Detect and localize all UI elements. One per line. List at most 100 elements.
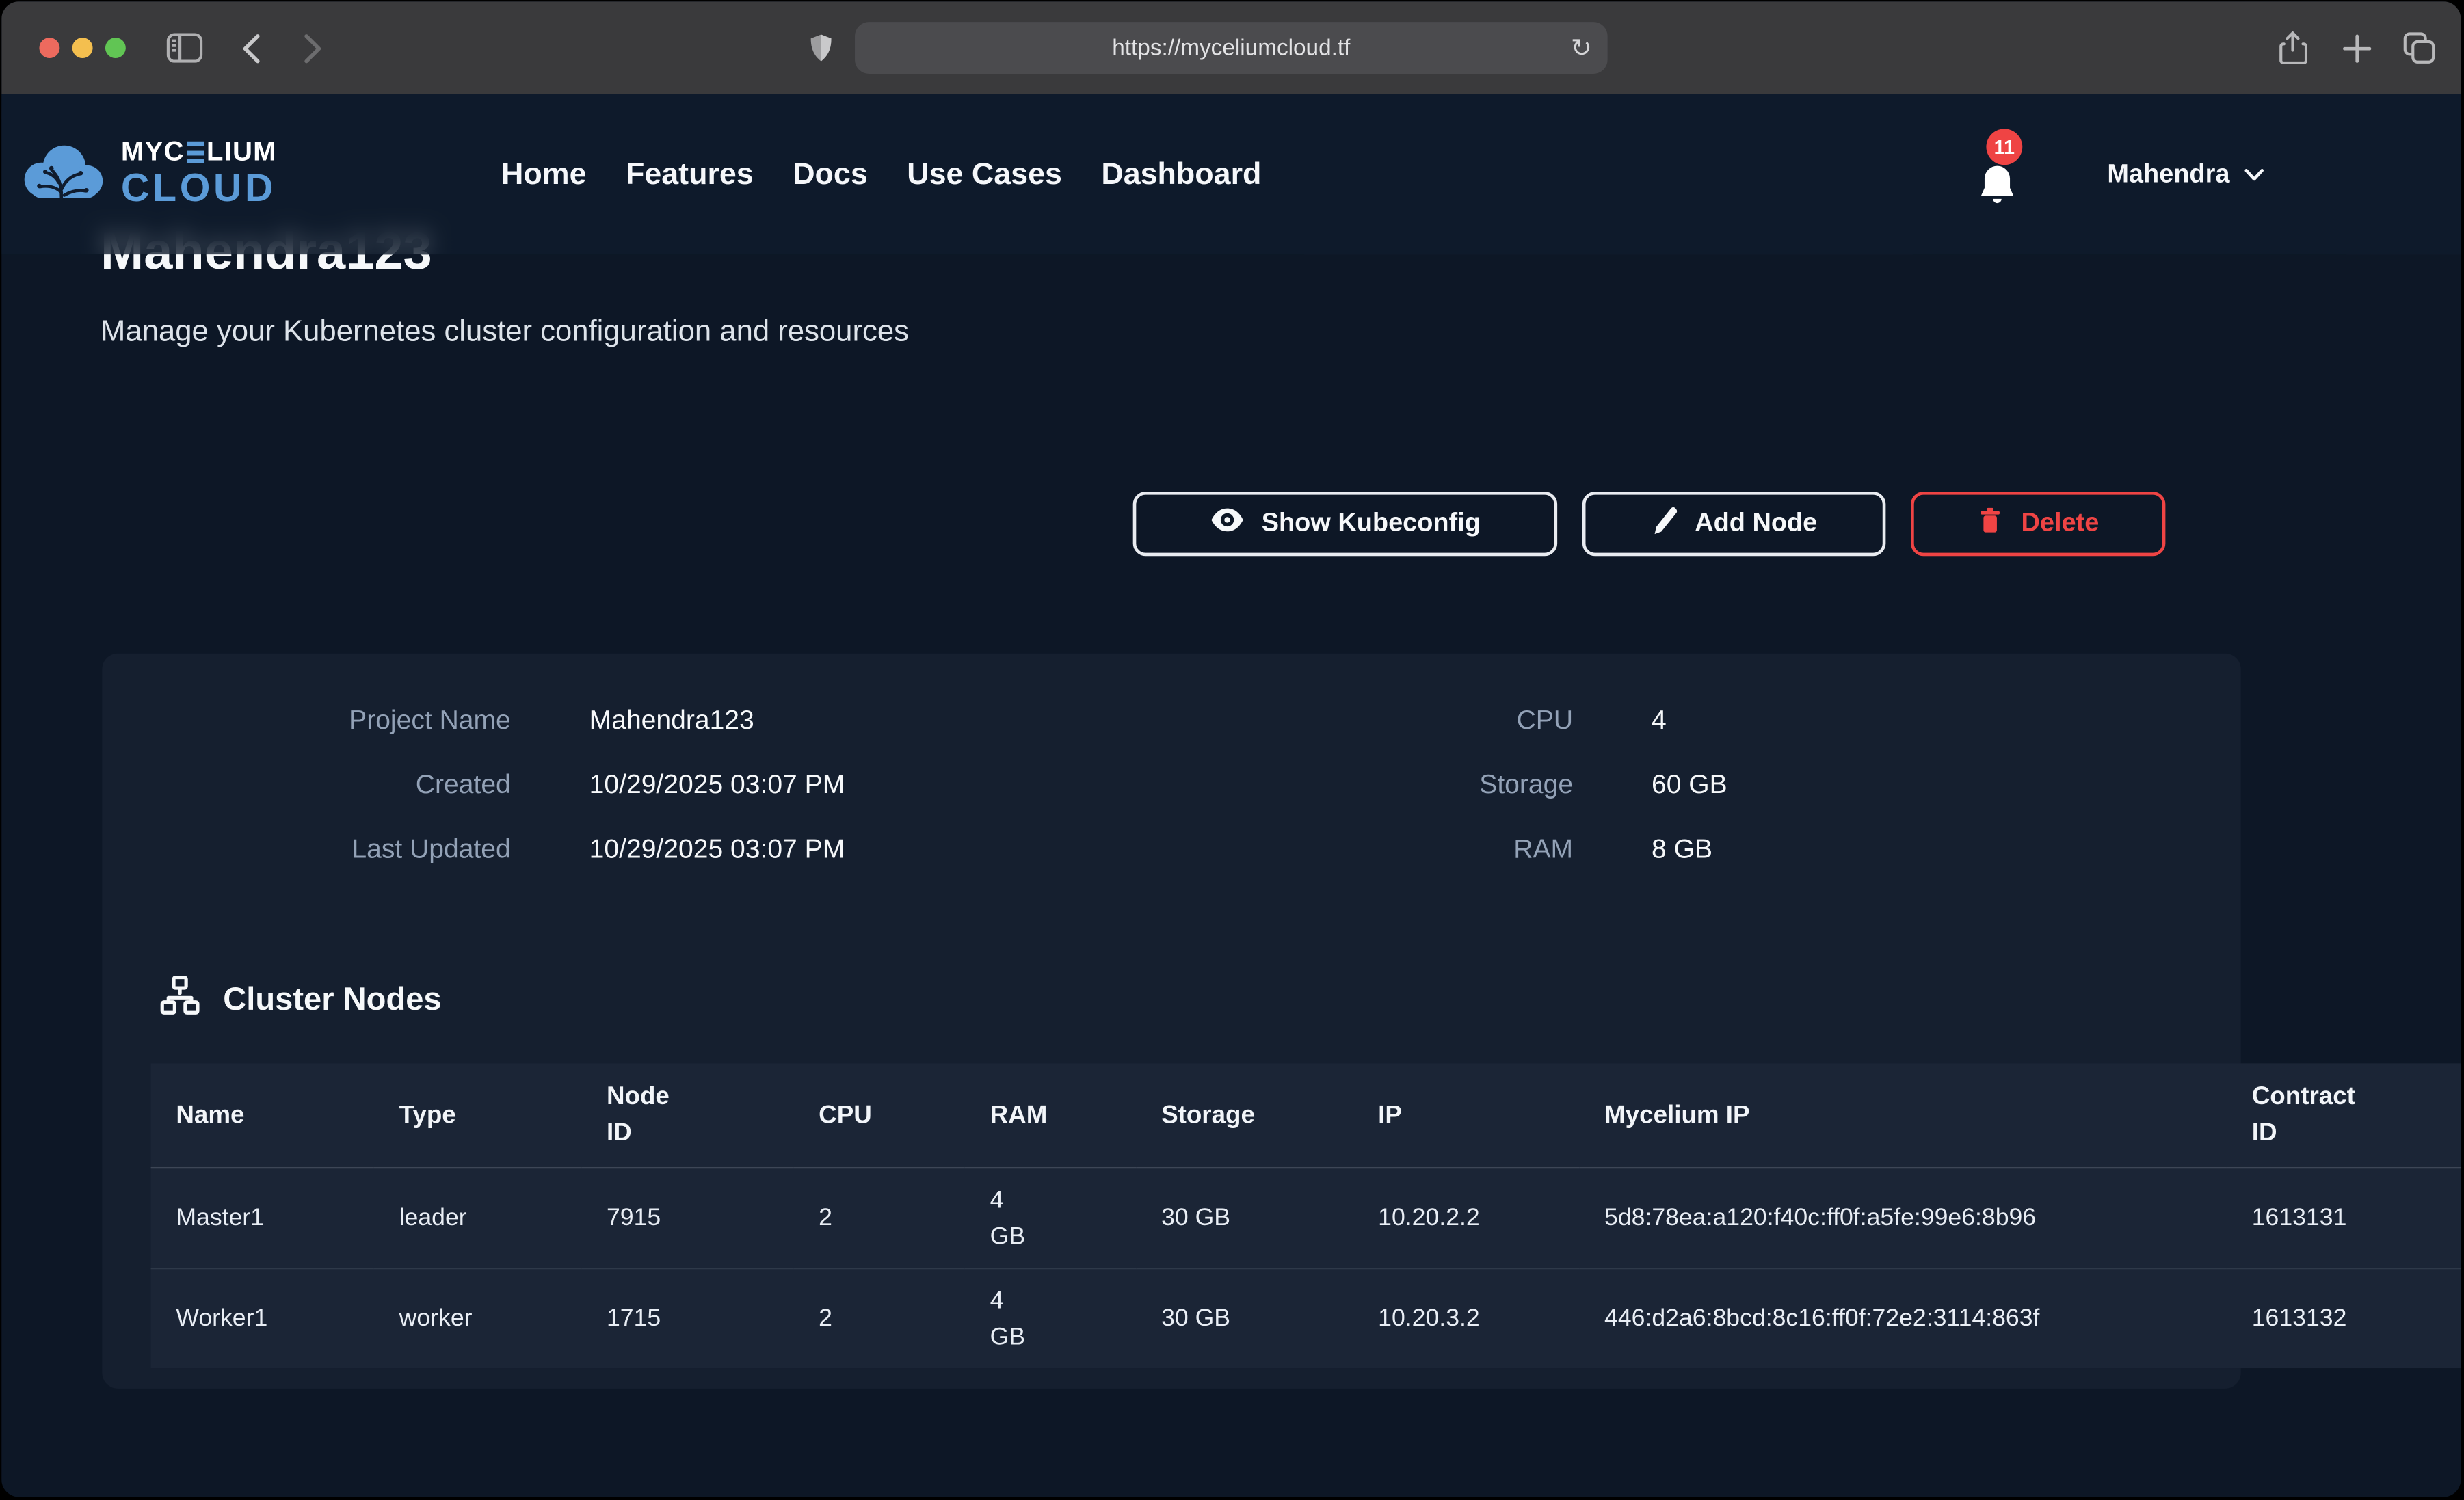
user-menu[interactable]: Mahendra <box>2107 94 2264 254</box>
cell-ram: 4 GB <box>965 1269 1136 1369</box>
logo-line1: MYCLIUM <box>121 139 277 166</box>
traffic-lights <box>39 38 125 58</box>
info-row-project-name: Project Name Mahendra123 <box>102 706 845 737</box>
column-header-storage: Storage <box>1136 1063 1353 1168</box>
browser-toolbar: https://myceliumcloud.tf ↻ <box>1 1 2461 94</box>
table-body: Master1leader791524 GB30 GB10.20.2.25d8:… <box>151 1168 2461 1369</box>
stage: https://myceliumcloud.tf ↻ Mahendra123 M… <box>0 0 2464 1500</box>
cell-ip: 10.20.2.2 <box>1353 1168 1579 1269</box>
close-window-button[interactable] <box>39 38 59 58</box>
screenshot-root: https://myceliumcloud.tf ↻ Mahendra123 M… <box>0 0 2464 1500</box>
info-label: Storage <box>1165 770 1573 801</box>
address-bar[interactable]: https://myceliumcloud.tf ↻ <box>855 22 1608 74</box>
logo-text: MYCLIUM CLOUD <box>121 139 277 209</box>
info-value: 8 GB <box>1652 834 1712 866</box>
cell-storage: 30 GB <box>1136 1269 1353 1369</box>
cell-ram: 4 GB <box>965 1168 1136 1269</box>
table-row-worker1: Worker1worker171524 GB30 GB10.20.3.2446:… <box>151 1269 2461 1369</box>
logo-line2: CLOUD <box>121 170 277 209</box>
cluster-nodes-table: NameTypeNode IDCPURAMStorageIPMycelium I… <box>151 1063 2461 1369</box>
info-value: 10/29/2025 03:07 PM <box>589 770 845 801</box>
table-header: NameTypeNode IDCPURAMStorageIPMycelium I… <box>151 1063 2461 1168</box>
info-row-storage: Storage 60 GB <box>1165 770 1727 801</box>
info-row-last-updated: Last Updated 10/29/2025 03:07 PM <box>102 834 845 866</box>
add-node-button[interactable]: Add Node <box>1582 492 1885 556</box>
add-node-label: Add Node <box>1695 509 1817 539</box>
cell-mycelium_ip: 446:d2a6:8bcd:8c16:ff0f:72e2:3114:863f <box>1579 1269 2227 1369</box>
shield-icon <box>809 1 832 94</box>
cell-contract_id: 1613132 <box>2227 1269 2461 1369</box>
project-info-right: CPU 4 Storage 60 GB RAM 8 GB <box>1165 706 1727 899</box>
table-row-master1: Master1leader791524 GB30 GB10.20.2.25d8:… <box>151 1168 2461 1269</box>
info-value: Mahendra123 <box>589 706 754 737</box>
column-header-mycelium-ip: Mycelium IP <box>1579 1063 2227 1168</box>
delete-label: Delete <box>2022 509 2099 539</box>
browser-window: https://myceliumcloud.tf ↻ Mahendra123 M… <box>1 1 2461 1497</box>
nav-link-dashboard[interactable]: Dashboard <box>1101 157 1261 193</box>
minimize-window-button[interactable] <box>72 38 93 58</box>
cell-type: leader <box>374 1168 581 1269</box>
forward-button[interactable] <box>303 1 322 94</box>
cell-mycelium_ip: 5d8:78ea:a120:f40c:ff0f:a5fe:99e6:8b96 <box>1579 1168 2227 1269</box>
cluster-nodes-title: Cluster Nodes <box>223 981 441 1019</box>
cloud-logo-icon <box>17 135 108 213</box>
nav-link-features[interactable]: Features <box>626 157 754 193</box>
sidebar-toggle-icon[interactable] <box>167 1 203 94</box>
column-header-type: Type <box>374 1063 581 1168</box>
cell-ip: 10.20.3.2 <box>1353 1269 1579 1369</box>
column-header-node-id: Node ID <box>581 1063 793 1168</box>
page-subtitle: Manage your Kubernetes cluster configura… <box>101 316 909 351</box>
page-content: Mahendra123 Manage your Kubernetes clust… <box>1 94 2461 1497</box>
notification-badge: 11 <box>1986 129 2022 165</box>
eye-icon <box>1210 506 1245 542</box>
cell-node_id: 7915 <box>581 1168 793 1269</box>
new-tab-icon[interactable] <box>2343 1 2371 94</box>
notifications-bell[interactable]: 11 <box>1974 142 2027 220</box>
column-header-contract-id: Contract ID <box>2227 1063 2461 1168</box>
info-label: CPU <box>1165 706 1573 737</box>
cluster-actions: Show Kubeconfig Add Node Delete <box>1133 492 2166 556</box>
info-value: 60 GB <box>1652 770 1727 801</box>
mycelium-cloud-logo[interactable]: MYCLIUM CLOUD <box>17 135 277 213</box>
info-row-created: Created 10/29/2025 03:07 PM <box>102 770 845 801</box>
show-kubeconfig-button[interactable]: Show Kubeconfig <box>1133 492 1557 556</box>
info-label: Project Name <box>102 706 510 737</box>
column-header-cpu: CPU <box>793 1063 964 1168</box>
cluster-nodes-heading: Cluster Nodes <box>159 974 442 1026</box>
nav-link-docs[interactable]: Docs <box>793 157 868 193</box>
info-value: 4 <box>1652 706 1667 737</box>
info-row-cpu: CPU 4 <box>1165 706 1727 737</box>
cell-storage: 30 GB <box>1136 1168 1353 1269</box>
pencil-icon <box>1651 505 1678 543</box>
column-header-ram: RAM <box>965 1063 1136 1168</box>
nav-link-home[interactable]: Home <box>501 157 587 193</box>
info-label: RAM <box>1165 834 1573 866</box>
project-info-left: Project Name Mahendra123 Created 10/29/2025… <box>102 706 845 899</box>
user-name: Mahendra <box>2107 159 2229 189</box>
url-text: https://myceliumcloud.tf <box>1112 36 1350 61</box>
tab-overview-icon[interactable] <box>2402 1 2435 94</box>
column-header-name: Name <box>151 1063 374 1168</box>
info-label: Created <box>102 770 510 801</box>
back-button[interactable] <box>242 1 261 94</box>
nav-link-use-cases[interactable]: Use Cases <box>907 157 1062 193</box>
cell-contract_id: 1613131 <box>2227 1168 2461 1269</box>
logo-e-bars <box>187 142 204 163</box>
cell-name: Master1 <box>151 1168 374 1269</box>
zoom-window-button[interactable] <box>105 38 126 58</box>
chevron-down-icon <box>2244 159 2264 189</box>
column-header-ip: IP <box>1353 1063 1579 1168</box>
cell-node_id: 1715 <box>581 1269 793 1369</box>
info-label: Last Updated <box>102 834 510 866</box>
show-kubeconfig-label: Show Kubeconfig <box>1262 509 1481 539</box>
network-icon <box>159 974 201 1026</box>
nav-links: Home Features Docs Use Cases Dashboard <box>501 94 1261 254</box>
reload-icon[interactable]: ↻ <box>1571 33 1592 64</box>
cell-cpu: 2 <box>793 1269 964 1369</box>
info-row-ram: RAM 8 GB <box>1165 834 1727 866</box>
trash-icon <box>1977 505 2004 543</box>
info-value: 10/29/2025 03:07 PM <box>589 834 845 866</box>
share-icon[interactable] <box>2279 1 2307 94</box>
delete-cluster-button[interactable]: Delete <box>1911 492 2165 556</box>
cell-name: Worker1 <box>151 1269 374 1369</box>
